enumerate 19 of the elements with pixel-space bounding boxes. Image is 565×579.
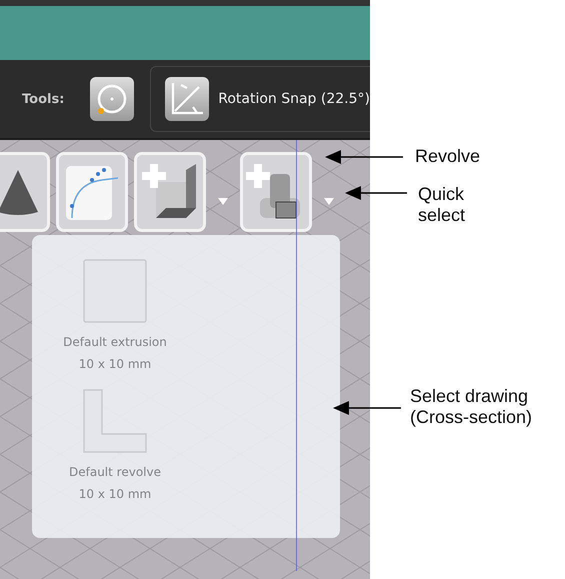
callout-label: Quick select [418,184,466,226]
drawing-size: 10 x 10 mm [78,486,152,503]
drawing-name: Default revolve [69,464,161,481]
callout-label: Select drawing (Cross-section) [410,386,534,428]
curve-tool-button[interactable] [56,152,128,232]
callout-arrow [345,186,407,200]
angle-icon [169,81,206,117]
callout-arrow [333,401,401,415]
drawing-size: 10 x 10 mm [78,356,152,373]
callout-label: Revolve [415,146,480,167]
drawing-name: Default extrusion [63,334,167,351]
caret-icon[interactable] [218,198,228,204]
tools-label: Tools: [22,92,66,106]
rotation-snap-button[interactable] [165,77,210,121]
orbit-tool-button[interactable] [90,77,134,121]
rotation-snap-label: Rotation Snap (22.5°) [218,91,370,107]
revolve-tool-button[interactable] [240,152,312,232]
caret-icon[interactable] [324,198,334,204]
extrude-tool-button[interactable] [134,152,206,232]
